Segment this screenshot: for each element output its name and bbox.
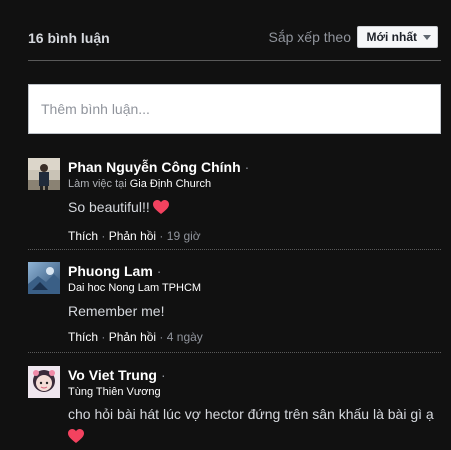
heart-icon [152, 200, 169, 219]
comment-text: cho hỏi bài hát lúc vợ hector đứng trên … [68, 405, 441, 423]
author-name[interactable]: Vo Viet Trung [68, 367, 157, 383]
author-subtitle: Làm việc tại Gia Định Church [68, 177, 441, 191]
comment-actions: Thích · Phản hồi · 4 ngày [68, 330, 203, 344]
comment-item: Phan Nguyễn Công Chính · Làm việc tại Gia… [28, 158, 441, 243]
comment-actions: Thích · Phản hồi · 19 giờ [68, 229, 201, 243]
comment-author: Phuong Lam · [68, 262, 441, 280]
avatar[interactable] [28, 366, 60, 398]
comment-item: Vo Viet Trung · Tùng Thiên Vương cho hỏi … [28, 366, 441, 450]
comment-item: Phuong Lam · Dai hoc Nong Lam TPHCM Remem… [28, 262, 441, 344]
comment-body: So beautiful!! [68, 199, 150, 215]
author-subtitle: Dai hoc Nong Lam TPHCM [68, 281, 441, 295]
sort-dropdown[interactable]: Mới nhất [357, 26, 438, 48]
comment-author: Phan Nguyễn Công Chính · [68, 158, 441, 176]
reply-link[interactable]: Phản hồi [109, 330, 156, 344]
comment-body: Remember me! [68, 303, 165, 319]
timestamp[interactable]: 19 giờ [167, 229, 201, 243]
work-prefix: Làm việc tại [68, 178, 130, 190]
emoji-row [68, 428, 441, 444]
reply-link[interactable]: Phản hồi [109, 229, 156, 243]
comment-divider [28, 249, 441, 250]
school-link[interactable]: Dai hoc Nong Lam TPHCM [68, 282, 201, 294]
author-subtitle: Tùng Thiên Vương [68, 385, 441, 399]
comment-text: So beautiful!! [68, 198, 441, 219]
separator: · [160, 367, 166, 383]
work-place-link[interactable]: Gia Định Church [130, 178, 211, 190]
comment-body: cho hỏi bài hát lúc vợ hector đứng trên … [68, 406, 434, 422]
sort-label: Sắp xếp theo [268, 29, 351, 45]
comment-divider [28, 352, 441, 353]
timestamp[interactable]: 4 ngày [167, 330, 203, 344]
avatar[interactable] [28, 158, 60, 190]
author-name[interactable]: Phuong Lam [68, 263, 153, 279]
add-comment-input[interactable] [28, 84, 441, 134]
like-link[interactable]: Thích [68, 330, 98, 344]
comment-count: 16 bình luận [28, 30, 110, 46]
comment-text: Remember me! [68, 302, 441, 320]
like-link[interactable]: Thích [68, 229, 98, 243]
comments-header: 16 bình luận Sắp xếp theo Mới nhất [28, 22, 441, 61]
separator: · [156, 263, 162, 279]
sort-value: Mới nhất [366, 30, 417, 44]
separator: · [244, 159, 250, 175]
heart-icon [68, 429, 84, 449]
comment-author: Vo Viet Trung · [68, 366, 441, 384]
author-name[interactable]: Phan Nguyễn Công Chính [68, 159, 241, 175]
avatar[interactable] [28, 262, 60, 294]
subtitle-link[interactable]: Tùng Thiên Vương [68, 386, 161, 398]
caret-down-icon [423, 34, 431, 40]
